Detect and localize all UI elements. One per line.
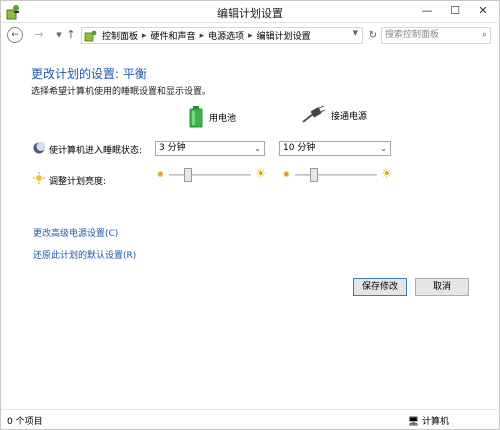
save-button[interactable]: 保存修改 xyxy=(353,278,407,296)
brightness-battery-slider[interactable] xyxy=(169,168,251,182)
page-title: 更改计划的设置: 平衡 xyxy=(31,67,147,81)
slider-track xyxy=(295,174,377,176)
breadcrumb-separator-icon: ▸ xyxy=(142,30,147,41)
sleep-battery-select[interactable]: 3 分钟 ⌄ xyxy=(155,141,265,156)
sleep-label: 使计算机进入睡眠状态: xyxy=(49,146,143,156)
forward-arrow-icon[interactable]: → xyxy=(31,27,47,43)
search-icon[interactable]: ⌕ xyxy=(482,28,487,43)
breadcrumb-edit-plan[interactable]: 编辑计划设置 xyxy=(257,29,311,42)
breadcrumb-power-options[interactable]: 电源选项 xyxy=(208,29,244,42)
bright-brightness-icon: ☀ xyxy=(255,167,267,182)
address-dropdown-icon[interactable]: ▼ xyxy=(353,29,358,37)
address-toolbar: ← → ▼ ↑ 控制面板 ▸ 硬件和声音 ▸ 电源选项 ▸ 编辑计划设置 ▼ ↻… xyxy=(1,23,499,47)
sleep-plugged-value: 10 分钟 xyxy=(283,143,316,153)
dim-brightness-icon: ✺ xyxy=(283,170,290,179)
sleep-plugged-select[interactable]: 10 分钟 ⌄ xyxy=(279,141,391,156)
plugged-column-label: 接通电源 xyxy=(331,111,368,122)
main-content: 更改计划的设置: 平衡 选择希望计算机使用的睡眠设置和显示设置。 用电池 接通电… xyxy=(1,48,499,408)
back-arrow-icon[interactable]: ← xyxy=(7,27,23,43)
location-label: 计算机 xyxy=(421,417,449,427)
window: 编辑计划设置 — ☐ ✕ ← → ▼ ↑ 控制面板 ▸ 硬件和声音 ▸ 电源选项… xyxy=(0,0,500,430)
sleep-battery-value: 3 分钟 xyxy=(159,143,186,153)
slider-thumb[interactable] xyxy=(309,168,318,182)
brightness-plugged-slider[interactable] xyxy=(295,168,377,182)
breadcrumb[interactable]: 控制面板 ▸ 硬件和声音 ▸ 电源选项 ▸ 编辑计划设置 ▼ xyxy=(81,27,363,44)
minimize-button[interactable]: — xyxy=(413,1,441,21)
brightness-icon xyxy=(33,172,45,184)
computer-icon: 🖥 xyxy=(407,417,420,427)
status-bar: 0 个项目 🖥 计算机 xyxy=(1,409,499,429)
items-count: 0 个项目 xyxy=(7,417,43,427)
cancel-button[interactable]: 取消 xyxy=(415,278,469,296)
bright-brightness-icon: ☀ xyxy=(381,167,393,182)
advanced-power-settings-link[interactable]: 更改高级电源设置(C) xyxy=(33,226,118,239)
refresh-icon[interactable]: ↻ xyxy=(365,27,381,44)
title-bar: 编辑计划设置 — ☐ ✕ xyxy=(1,1,499,23)
dim-brightness-icon: ✺ xyxy=(157,170,164,179)
power-plug-icon xyxy=(302,106,325,123)
up-arrow-icon[interactable]: ↑ xyxy=(63,27,79,43)
close-button[interactable]: ✕ xyxy=(469,1,497,21)
battery-column-label: 用电池 xyxy=(209,113,237,124)
chevron-down-icon: ⌄ xyxy=(254,144,261,153)
plugged-column-header: 接通电源 xyxy=(301,106,367,124)
search-input[interactable]: 搜索控制面板 ⌕ xyxy=(381,27,491,44)
search-placeholder: 搜索控制面板 xyxy=(385,30,440,40)
breadcrumb-control-panel[interactable]: 控制面板 xyxy=(102,29,138,42)
breadcrumb-hardware-sound[interactable]: 硬件和声音 xyxy=(151,29,196,42)
slider-thumb[interactable] xyxy=(183,168,192,182)
maximize-button[interactable]: ☐ xyxy=(441,1,469,21)
brightness-label: 调整计划亮度: xyxy=(49,177,107,187)
chevron-down-icon: ⌄ xyxy=(380,144,387,153)
page-description: 选择希望计算机使用的睡眠设置和显示设置。 xyxy=(31,87,212,97)
battery-column-header: 用电池 xyxy=(189,106,236,128)
breadcrumb-separator-icon: ▸ xyxy=(199,30,205,41)
control-panel-icon xyxy=(84,30,97,41)
moon-sleep-icon xyxy=(33,142,45,154)
restore-defaults-link[interactable]: 还原此计划的默认设置(R) xyxy=(33,248,136,261)
status-location: 🖥 计算机 xyxy=(408,414,449,427)
battery-icon xyxy=(189,106,203,128)
slider-track xyxy=(169,174,251,176)
breadcrumb-separator-icon: ▸ xyxy=(248,30,253,41)
